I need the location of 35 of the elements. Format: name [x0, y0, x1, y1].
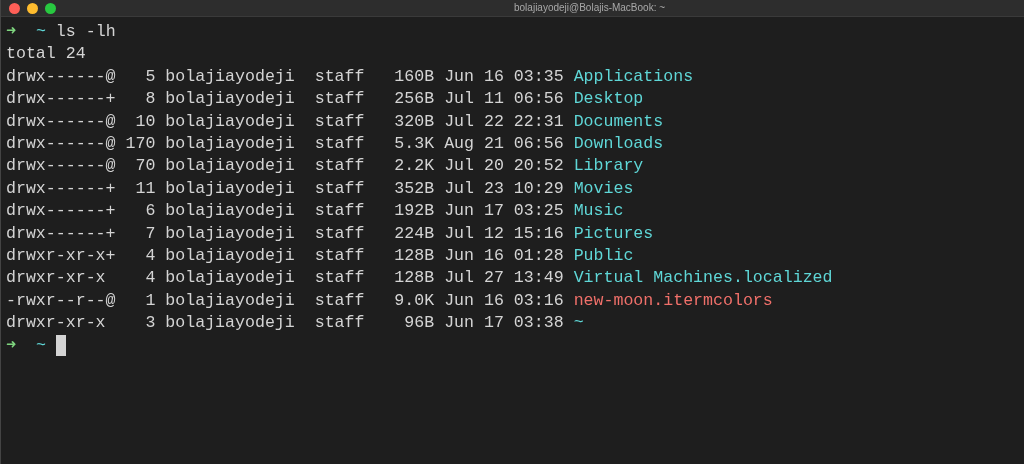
prompt-arrow: ➜ [6, 334, 16, 357]
file-details: drwx------@ 5 bolajiayodeji staff 160B Jun 16 03:35 [6, 65, 564, 88]
file-details: drwx------+ 11 bolajiayodeji staff 352B Jul 23 10:29 [6, 177, 564, 200]
file-details: drwx------@ 10 bolajiayodeji staff 320B Jul 22 22:31 [6, 110, 564, 133]
file-name: Library [573, 155, 644, 178]
file-details: drwxr-xr-x+ 4 bolajiayodeji staff 128B Jun 16 01:28 [6, 245, 564, 268]
file-name: Documents [573, 110, 664, 133]
file-details: drwx------@ 170 bolajiayodeji staff 5.3K Aug 21 06:56 [6, 133, 564, 156]
file-details: drwx------+ 6 bolajiayodeji staff 192B Jun 17 03:25 [6, 200, 564, 223]
prompt-arrow: ➜ [6, 21, 16, 43]
file-name: ~ [573, 312, 584, 335]
file-details: drwxr-xr-x 3 bolajiayodeji staff 96B Jun 17 03:38 [6, 312, 564, 335]
file-name: Virtual Machines.localized [573, 267, 833, 290]
file-details: drwx------@ 70 bolajiayodeji staff 2.2K Jul 20 20:52 [6, 155, 564, 178]
file-name: Applications [573, 65, 694, 88]
close-button[interactable] [9, 2, 20, 14]
prompt-directory: ~ [35, 21, 46, 43]
command-text: ls -lh [55, 21, 116, 43]
file-name: Movies [573, 177, 634, 200]
file-details: drwx------+ 8 bolajiayodeji staff 256B Jul 11 06:56 [6, 88, 564, 111]
file-details: -rwxr--r--@ 1 bolajiayodeji staff 9.0K Jun 16 03:16 [6, 289, 564, 312]
window-title: bolajiayodeji@Bolajis-MacBook: ~ [514, 2, 666, 14]
file-name: Downloads [573, 133, 664, 156]
file-name: Music [573, 200, 624, 223]
file-name: Pictures [573, 222, 654, 245]
file-name: Desktop [573, 88, 644, 111]
file-details: drwxr-xr-x 4 bolajiayodeji staff 128B Jul 27 13:49 [6, 267, 564, 290]
file-name: Public [573, 245, 634, 268]
text-cursor [55, 335, 66, 357]
output-line: total 24 [6, 43, 87, 66]
minimize-button[interactable] [27, 2, 38, 14]
zoom-button[interactable] [45, 2, 56, 14]
file-details: drwx------+ 7 bolajiayodeji staff 224B Jul 12 15:16 [6, 222, 564, 245]
prompt-directory: ~ [35, 334, 46, 357]
file-name: new-moon.itermcolors [573, 289, 773, 312]
